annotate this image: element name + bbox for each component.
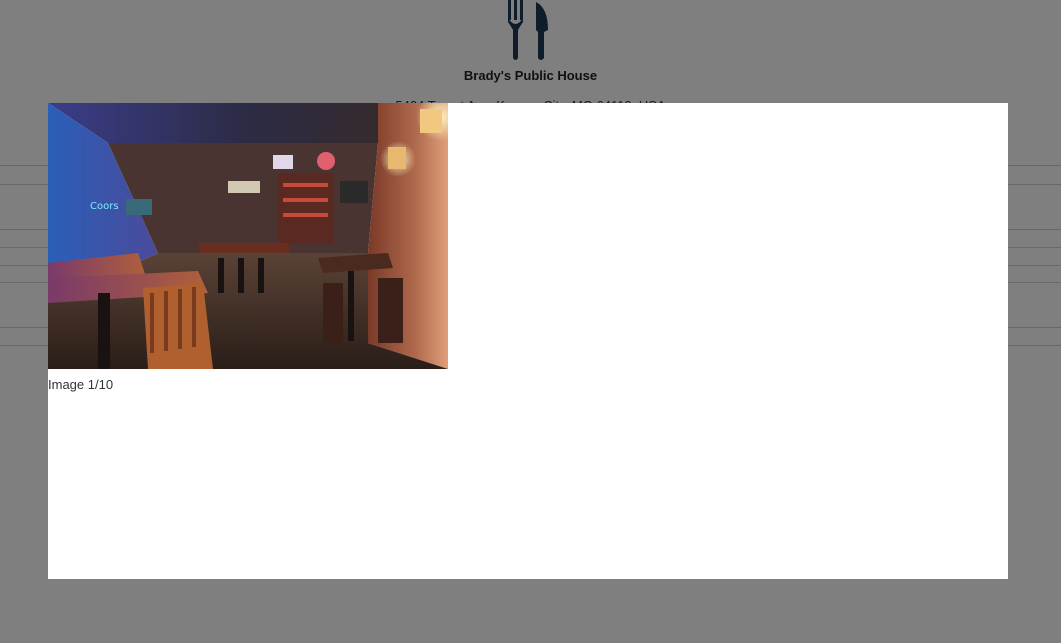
bar-interior-image: Coors — [48, 103, 448, 369]
svg-text:Coors: Coors — [90, 201, 119, 212]
gallery-photo[interactable]: Coors — [48, 103, 448, 369]
image-gallery-modal: Coors Image 1/10 — [48, 103, 1008, 579]
image-counter: Image 1/10 — [48, 377, 114, 392]
